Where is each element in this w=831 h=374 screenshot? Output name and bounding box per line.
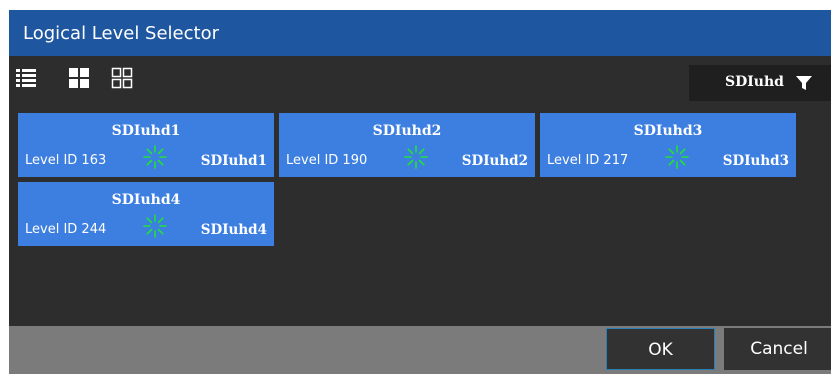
level-tag: SDIuhd4: [200, 222, 267, 238]
level-id: Level ID 244: [25, 222, 107, 237]
level-tag: SDIuhd1: [200, 153, 267, 169]
level-name: SDIuhd1: [111, 123, 181, 139]
list-view-icon[interactable]: [15, 67, 37, 89]
toolbar: [9, 56, 831, 102]
filter-funnel-icon[interactable]: [796, 75, 812, 91]
level-id: Level ID 217: [547, 153, 629, 168]
level-tile-sdiuhd3[interactable]: SDIuhd3 Level ID 217 SDIuhd3: [540, 113, 796, 177]
level-tag: SDIuhd2: [461, 153, 528, 169]
spinner-icon: [143, 214, 167, 238]
logical-level-selector-dialog: Logical Level Selector SDIuhd1: [9, 10, 831, 374]
ok-button[interactable]: OK: [606, 328, 715, 370]
spinner-icon: [404, 145, 428, 169]
level-tile-sdiuhd1[interactable]: SDIuhd1 Level ID 163 SDIuhd1: [18, 113, 274, 177]
dialog-title: Logical Level Selector: [23, 23, 219, 44]
level-name: SDIuhd3: [633, 123, 703, 139]
level-tile-sdiuhd4[interactable]: SDIuhd4 Level ID 244 SDIuhd4: [18, 182, 274, 246]
filter-box[interactable]: [689, 65, 831, 101]
level-name: SDIuhd4: [111, 192, 181, 208]
level-tag: SDIuhd3: [722, 153, 789, 169]
small-tile-view-icon[interactable]: [111, 67, 133, 89]
dialog-footer: OK Cancel: [9, 326, 831, 374]
large-tile-view-icon[interactable]: [68, 67, 90, 89]
cancel-button[interactable]: Cancel: [724, 328, 831, 370]
spinner-icon: [665, 145, 689, 169]
filter-input[interactable]: [725, 74, 785, 90]
level-id: Level ID 190: [286, 153, 368, 168]
level-id: Level ID 163: [25, 153, 107, 168]
level-tile-sdiuhd2[interactable]: SDIuhd2 Level ID 190 SDIuhd2: [279, 113, 535, 177]
spinner-icon: [143, 145, 167, 169]
level-tiles-area: SDIuhd1 Level ID 163 SDIuhd1 SDIuhd2 Lev…: [9, 102, 831, 326]
level-name: SDIuhd2: [372, 123, 442, 139]
title-bar: Logical Level Selector: [9, 10, 831, 56]
